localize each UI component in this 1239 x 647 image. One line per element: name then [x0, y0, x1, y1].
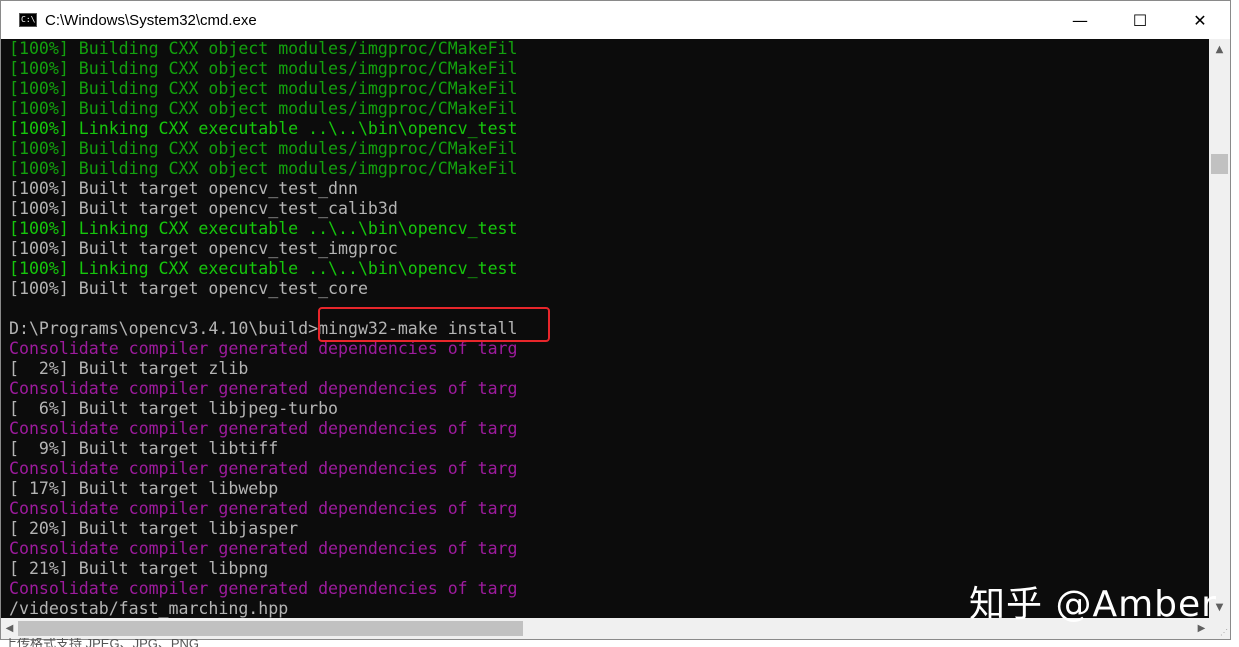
console-line: Consolidate compiler generated dependenc… — [9, 539, 518, 558]
console-line: Consolidate compiler generated dependenc… — [9, 339, 518, 358]
cmd-window: C:\Windows\System32\cmd.exe — ☐ ✕ [100%]… — [0, 0, 1231, 640]
console-line: [100%] Linking CXX executable ..\..\bin\… — [9, 219, 518, 238]
console-line: Consolidate compiler generated dependenc… — [9, 579, 518, 598]
console-line: [100%] Built target opencv_test_imgproc — [9, 239, 398, 258]
console-line: [ 9%] Built target libtiff — [9, 439, 279, 458]
console-line: [100%] Building CXX object modules/imgpr… — [9, 59, 518, 78]
window-controls: — ☐ ✕ — [1050, 1, 1230, 39]
resize-grip-icon[interactable]: ⋰ — [1220, 629, 1228, 637]
title-bar[interactable]: C:\Windows\System32\cmd.exe — ☐ ✕ — [1, 1, 1230, 39]
horizontal-scroll-thumb[interactable] — [18, 621, 523, 636]
console-line: [ 20%] Built target libjasper — [9, 519, 299, 538]
console-line: [100%] Linking CXX executable ..\..\bin\… — [9, 259, 518, 278]
console-line: [100%] Linking CXX executable ..\..\bin\… — [9, 119, 518, 138]
highlight-annotation — [318, 307, 550, 342]
console-line: [100%] Building CXX object modules/imgpr… — [9, 99, 518, 118]
console-line: [100%] Built target opencv_test_calib3d — [9, 199, 398, 218]
console-line: [ 17%] Built target libwebp — [9, 479, 279, 498]
console-line: [ 21%] Built target libpng — [9, 559, 269, 578]
console-line: [100%] Built target opencv_test_dnn — [9, 179, 358, 198]
console-line: [100%] Building CXX object modules/imgpr… — [9, 159, 518, 178]
console-line: Consolidate compiler generated dependenc… — [9, 499, 518, 518]
scroll-left-icon[interactable]: ◀ — [1, 618, 18, 639]
console-line: Consolidate compiler generated dependenc… — [9, 459, 518, 478]
console-line: [100%] Building CXX object modules/imgpr… — [9, 39, 518, 58]
close-icon: ✕ — [1193, 10, 1207, 30]
console-output[interactable]: [100%] Building CXX object modules/imgpr… — [1, 39, 1210, 618]
minimize-button[interactable]: — — [1050, 1, 1110, 39]
console-line: [100%] Built target opencv_test_core — [9, 279, 368, 298]
watermark: 知乎 @Amber — [969, 584, 1217, 625]
vertical-scrollbar[interactable]: ▲ ▼ — [1209, 39, 1230, 618]
console-line: /videostab/fast_marching.hpp — [9, 599, 289, 618]
console-line: Consolidate compiler generated dependenc… — [9, 379, 518, 398]
cmd-app-icon[interactable] — [19, 13, 37, 27]
minimize-icon: — — [1072, 10, 1088, 30]
close-button[interactable]: ✕ — [1170, 1, 1230, 39]
upload-format-text: 上传格式支持 JPEG、JPG、PNG — [4, 638, 200, 647]
background-page-text: 上传格式支持 JPEG、JPG、PNG — [0, 638, 1239, 647]
console-line: [100%] Building CXX object modules/imgpr… — [9, 79, 518, 98]
console-line: [ 2%] Built target zlib — [9, 359, 249, 378]
scroll-up-icon[interactable]: ▲ — [1209, 41, 1230, 58]
window-title: C:\Windows\System32\cmd.exe — [45, 11, 257, 29]
maximize-icon: ☐ — [1132, 10, 1148, 30]
vertical-scroll-thumb[interactable] — [1211, 154, 1228, 174]
console-line: Consolidate compiler generated dependenc… — [9, 419, 518, 438]
console-line: [100%] Building CXX object modules/imgpr… — [9, 139, 518, 158]
maximize-button[interactable]: ☐ — [1110, 1, 1170, 39]
console-line: [ 6%] Built target libjpeg-turbo — [9, 399, 339, 418]
